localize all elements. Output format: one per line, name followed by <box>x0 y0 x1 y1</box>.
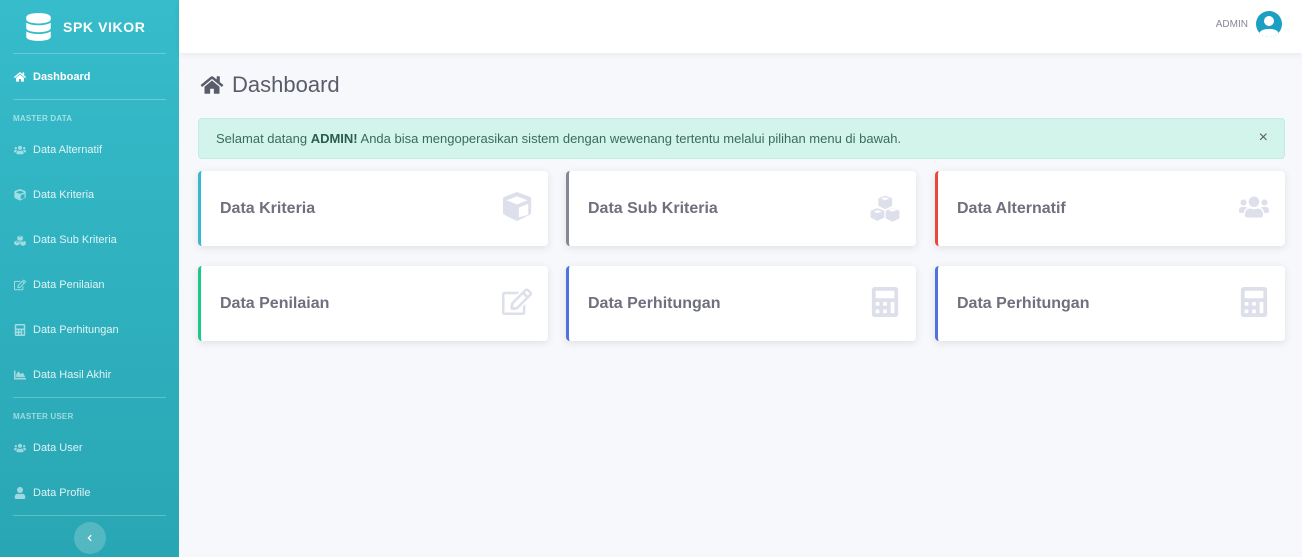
user-menu[interactable]: ADMIN <box>1216 11 1282 37</box>
chevron-left-icon <box>87 534 92 542</box>
sidebar-item-label: Data Alternatif <box>33 143 103 156</box>
card-label: Data Sub Kriteria <box>588 199 718 217</box>
edit-icon <box>13 278 26 291</box>
sidebar-item-dashboard[interactable]: Dashboard <box>0 54 179 99</box>
card-label: Data Perhitungan <box>957 294 1090 312</box>
sidebar-item-data-profile[interactable]: Data Profile <box>0 470 179 515</box>
sidebar-item-data-perhitungan[interactable]: Data Perhitungan <box>0 307 179 352</box>
sidebar-item-data-alternatif[interactable]: Data Alternatif <box>0 127 179 172</box>
page-title: Dashboard <box>200 72 340 98</box>
card-data-perhitungan-2[interactable]: Data Perhitungan <box>935 266 1285 341</box>
sidebar: SPK VIKOR Dashboard MASTER DATA Data Alt… <box>0 0 179 557</box>
sidebar-item-data-hasil-akhir[interactable]: Data Hasil Akhir <box>0 352 179 397</box>
sidebar-item-label: Data Perhitungan <box>33 323 119 336</box>
alert-suffix: Anda bisa mengoperasikan sistem dengan w… <box>357 131 902 146</box>
brand[interactable]: SPK VIKOR <box>0 0 179 53</box>
sidebar-item-label: Dashboard <box>33 70 91 83</box>
card-data-penilaian[interactable]: Data Penilaian <box>198 266 548 341</box>
users-icon <box>1238 191 1270 223</box>
calculator-icon <box>869 286 901 318</box>
username: ADMIN <box>1215 18 1248 30</box>
cube-icon <box>13 188 26 201</box>
card-data-kriteria[interactable]: Data Kriteria <box>198 171 548 246</box>
sidebar-item-label: Data Penilaian <box>33 278 105 291</box>
sidebar-item-data-user[interactable]: Data User <box>0 425 179 470</box>
sidebar-item-label: Data Hasil Akhir <box>33 368 112 381</box>
card-data-alternatif[interactable]: Data Alternatif <box>935 171 1285 246</box>
alert-username: ADMIN! <box>310 131 358 146</box>
sidebar-item-data-penilaian[interactable]: Data Penilaian <box>0 262 179 307</box>
section-heading-master-data: MASTER DATA <box>13 114 73 123</box>
welcome-alert: Selamat datang ADMIN! Anda bisa mengoper… <box>198 118 1285 159</box>
topbar: ADMIN <box>179 0 1302 53</box>
section-heading-master-user: MASTER USER <box>13 412 74 421</box>
alert-prefix: Selamat datang <box>216 131 311 146</box>
sidebar-item-data-kriteria[interactable]: Data Kriteria <box>0 172 179 217</box>
edit-icon <box>501 286 533 318</box>
chart-area-icon <box>13 368 26 381</box>
sidebar-divider <box>13 515 166 516</box>
sidebar-toggle-button[interactable] <box>74 522 106 554</box>
sidebar-item-data-sub-kriteria[interactable]: Data Sub Kriteria <box>0 217 179 262</box>
sidebar-item-label: Data Sub Kriteria <box>33 233 117 246</box>
calculator-icon <box>1238 286 1270 318</box>
card-label: Data Penilaian <box>220 294 330 312</box>
user-icon <box>13 486 26 499</box>
sidebar-item-label: Data User <box>33 441 83 454</box>
cubes-icon <box>13 233 26 246</box>
card-label: Data Perhitungan <box>588 294 721 312</box>
users-icon <box>13 143 26 156</box>
sidebar-item-label: Data Profile <box>33 486 91 499</box>
card-label: Data Kriteria <box>220 199 316 217</box>
database-icon <box>26 12 51 41</box>
user-avatar-icon <box>1256 11 1282 37</box>
sidebar-item-label: Data Kriteria <box>33 188 95 201</box>
brand-title: SPK VIKOR <box>63 18 146 35</box>
card-data-sub-kriteria[interactable]: Data Sub Kriteria <box>566 171 916 246</box>
page-title-text: Dashboard <box>232 72 340 97</box>
cube-icon <box>501 191 533 223</box>
calculator-icon <box>13 323 26 336</box>
cubes-icon <box>869 191 901 223</box>
users-icon <box>13 441 26 454</box>
home-icon <box>200 75 224 95</box>
card-data-perhitungan[interactable]: Data Perhitungan <box>566 266 916 341</box>
card-label: Data Alternatif <box>957 199 1066 217</box>
alert-text: Selamat datang ADMIN! Anda bisa mengoper… <box>216 131 901 146</box>
home-icon <box>13 70 26 83</box>
alert-close-button[interactable]: × <box>1259 129 1268 147</box>
